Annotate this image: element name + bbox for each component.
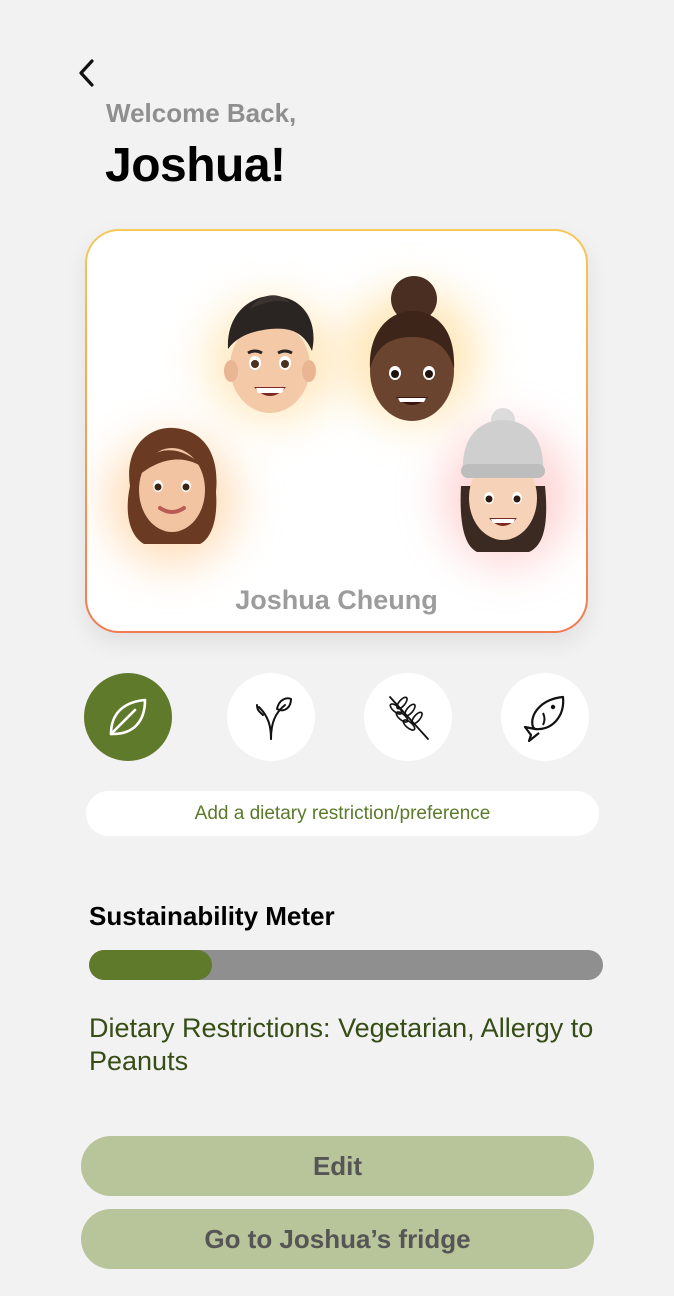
sustainability-meter-track: [89, 950, 603, 980]
diet-option-wheat[interactable]: [364, 673, 452, 761]
fish-icon: [523, 695, 565, 743]
profile-card[interactable]: Joshua Cheung: [85, 229, 588, 633]
avatar-woman-bun: [369, 276, 455, 421]
welcome-text: Welcome Back,: [106, 98, 297, 128]
profile-display-name: Joshua Cheung: [235, 585, 438, 615]
diet-option-fish[interactable]: [501, 673, 589, 761]
wheat-icon: [389, 696, 429, 740]
diet-option-sprout[interactable]: [227, 673, 315, 761]
edit-button[interactable]: Edit: [81, 1136, 594, 1196]
avatar-boy: [224, 295, 316, 413]
go-to-fridge-button[interactable]: Go to Joshua’s fridge: [81, 1209, 594, 1269]
diet-option-leaf[interactable]: [84, 673, 172, 761]
sustainability-meter-title: Sustainability Meter: [89, 901, 335, 931]
user-name-heading: Joshua!: [105, 139, 286, 192]
chevron-left-icon: [79, 59, 94, 87]
add-dietary-preference-button[interactable]: Add a dietary restriction/preference: [86, 791, 599, 836]
back-button[interactable]: [72, 56, 102, 90]
avatar-beanie-girl: [460, 408, 547, 552]
sprout-icon: [256, 697, 292, 740]
sustainability-meter-fill: [89, 950, 213, 980]
dietary-restrictions-text: Dietary Restrictions: Vegetarian, Allerg…: [89, 1013, 594, 1076]
leaf-icon: [109, 698, 147, 736]
avatar-brunette-woman: [127, 427, 217, 544]
